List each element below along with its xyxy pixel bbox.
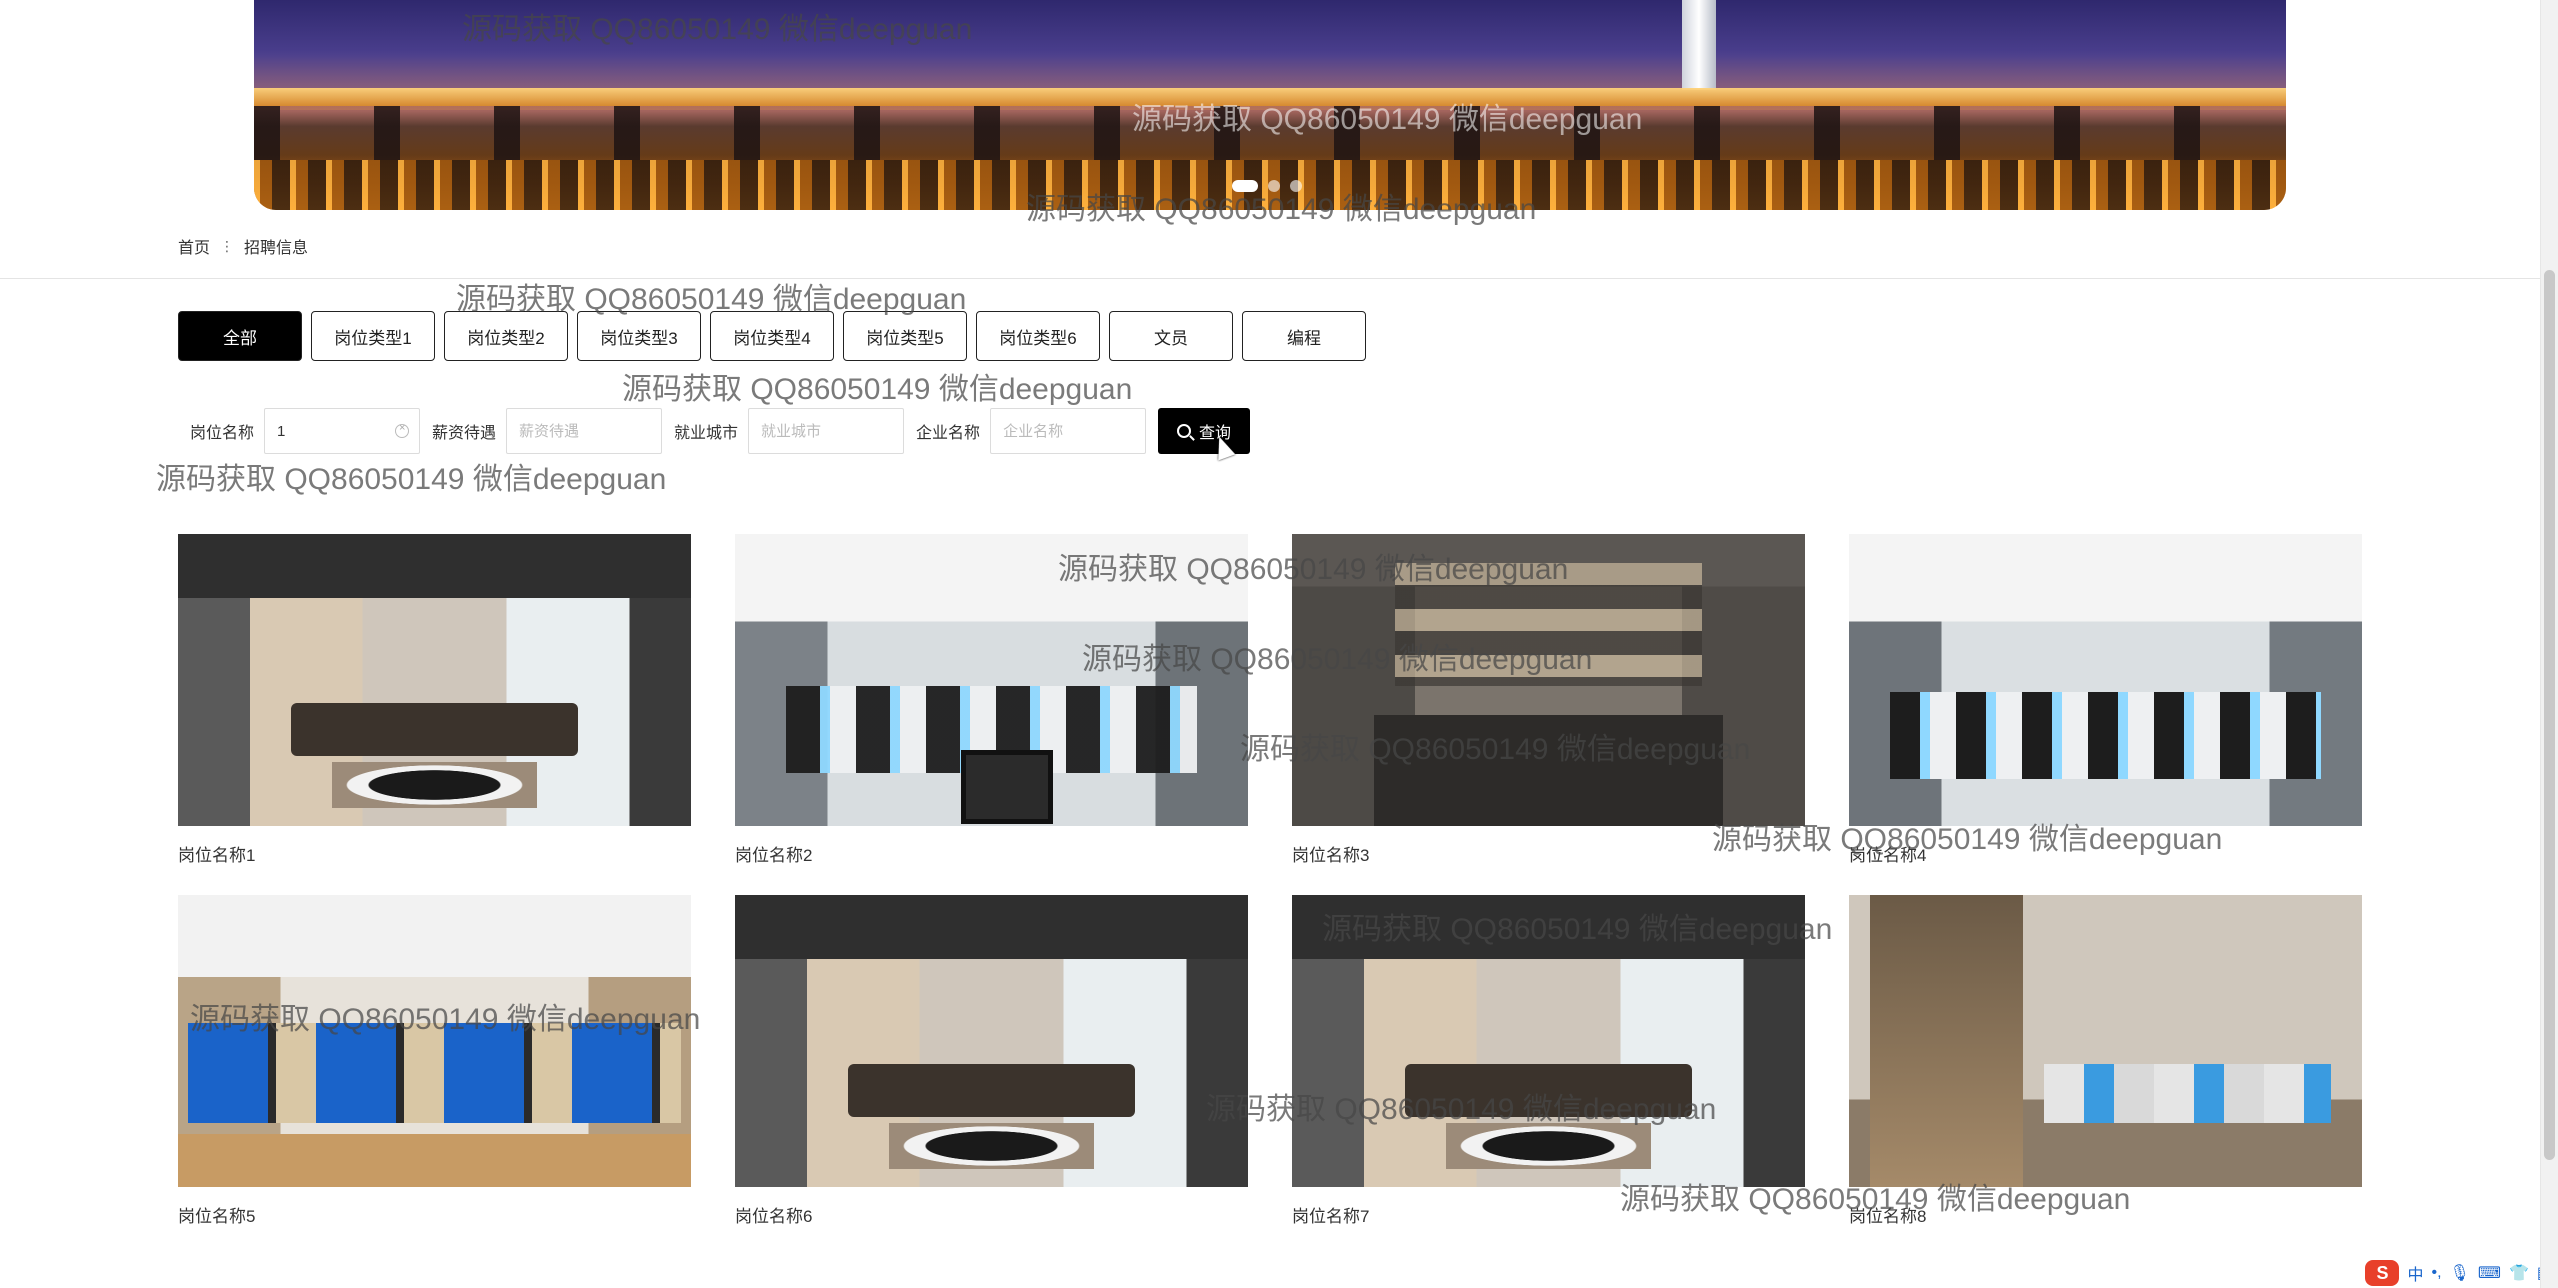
- job-thumbnail[interactable]: [1849, 534, 2362, 826]
- company-input[interactable]: [991, 409, 1146, 453]
- job-card[interactable]: 岗位名称1: [178, 534, 691, 865]
- carousel-indicators: [1232, 180, 1302, 192]
- company-label: 企业名称: [916, 425, 981, 442]
- page-scrollbar[interactable]: [2540, 0, 2558, 1288]
- job-card[interactable]: 岗位名称2: [735, 534, 1248, 865]
- tab-all[interactable]: 全部: [178, 311, 302, 361]
- banner-carousel[interactable]: [254, 0, 2286, 210]
- bridge-deck: [254, 88, 2286, 106]
- breadcrumb-separator-icon: ⋮: [220, 237, 235, 254]
- watermark: 源码获取 QQ86050149 微信deepguan: [622, 373, 1133, 406]
- search-icon: [1177, 424, 1192, 438]
- tab-type-5[interactable]: 岗位类型5: [843, 311, 967, 361]
- tab-programming[interactable]: 编程: [1242, 311, 1366, 361]
- ime-logo-icon[interactable]: S: [2365, 1260, 2400, 1286]
- microphone-icon[interactable]: 🎙: [2450, 1263, 2470, 1283]
- watermark: 源码获取 QQ86050149 微信deepguan: [156, 463, 667, 496]
- salary-input[interactable]: [507, 409, 662, 453]
- bridge-tower: [1682, 0, 1716, 90]
- job-title[interactable]: 岗位名称1: [178, 841, 691, 865]
- breadcrumb-home[interactable]: 首页: [178, 234, 210, 258]
- position-name-field[interactable]: [264, 408, 421, 454]
- job-card[interactable]: 岗位名称4: [1849, 534, 2362, 865]
- job-card[interactable]: 岗位名称5: [178, 895, 691, 1226]
- job-thumbnail[interactable]: [735, 534, 1248, 826]
- scrollbar-thumb[interactable]: [2544, 270, 2555, 1160]
- job-title[interactable]: 岗位名称2: [735, 841, 1248, 865]
- company-field[interactable]: [990, 408, 1147, 454]
- skin-icon[interactable]: 👕: [2509, 1263, 2529, 1283]
- city-field[interactable]: [748, 408, 905, 454]
- job-card[interactable]: 岗位名称3: [1292, 534, 1805, 865]
- job-thumbnail[interactable]: [1292, 895, 1805, 1187]
- tab-type-6[interactable]: 岗位类型6: [976, 311, 1100, 361]
- query-button[interactable]: 查询: [1158, 408, 1251, 454]
- carousel-dot-2[interactable]: [1268, 180, 1280, 192]
- breadcrumb: 首页 ⋮ 招聘信息: [178, 234, 308, 258]
- job-title[interactable]: 岗位名称6: [735, 1202, 1248, 1226]
- city-input[interactable]: [749, 409, 904, 453]
- job-thumbnail[interactable]: [1849, 895, 2362, 1187]
- position-name-label: 岗位名称: [190, 425, 255, 442]
- city-label: 就业城市: [674, 425, 739, 442]
- tab-clerk[interactable]: 文员: [1109, 311, 1233, 361]
- tab-type-1[interactable]: 岗位类型1: [311, 311, 435, 361]
- carousel-dot-3[interactable]: [1290, 180, 1302, 192]
- carousel-dot-1[interactable]: [1232, 180, 1258, 192]
- tab-type-3[interactable]: 岗位类型3: [577, 311, 701, 361]
- tab-type-4[interactable]: 岗位类型4: [710, 311, 834, 361]
- job-thumbnail[interactable]: [178, 895, 691, 1187]
- bridge-piers: [254, 106, 2286, 160]
- salary-field[interactable]: [506, 408, 663, 454]
- breadcrumb-current: 招聘信息: [244, 240, 309, 257]
- salary-label: 薪资待遇: [432, 425, 497, 442]
- job-title[interactable]: 岗位名称4: [1849, 841, 2362, 865]
- tab-type-2[interactable]: 岗位类型2: [444, 311, 568, 361]
- category-tabs: 全部 岗位类型1 岗位类型2 岗位类型3 岗位类型4 岗位类型5 岗位类型6 文…: [178, 311, 1366, 361]
- divider: [0, 278, 2558, 279]
- ime-language-label[interactable]: 中: [2407, 1261, 2423, 1285]
- job-thumbnail[interactable]: [735, 895, 1248, 1187]
- job-card[interactable]: 岗位名称7: [1292, 895, 1805, 1226]
- keyboard-icon[interactable]: ⌨: [2478, 1263, 2501, 1283]
- job-title[interactable]: 岗位名称8: [1849, 1202, 2362, 1226]
- job-title[interactable]: 岗位名称5: [178, 1202, 691, 1226]
- job-grid: 岗位名称1 岗位名称2 岗位名称3 岗位名称4 岗位名称5 岗位名称6 岗位名称…: [178, 534, 2362, 1226]
- job-card[interactable]: 岗位名称8: [1849, 895, 2362, 1226]
- search-bar: 岗位名称 薪资待遇 就业城市 企业名称 查询: [178, 408, 1251, 454]
- punctuation-icon[interactable]: •,: [2432, 1264, 2442, 1282]
- job-thumbnail[interactable]: [1292, 534, 1805, 826]
- job-title[interactable]: 岗位名称3: [1292, 841, 1805, 865]
- job-thumbnail[interactable]: [178, 534, 691, 826]
- job-card[interactable]: 岗位名称6: [735, 895, 1248, 1226]
- clear-icon[interactable]: [395, 422, 410, 438]
- system-tray: S 中 •, 🎙 ⌨ 👕 ▦: [2365, 1260, 2552, 1286]
- job-title[interactable]: 岗位名称7: [1292, 1202, 1805, 1226]
